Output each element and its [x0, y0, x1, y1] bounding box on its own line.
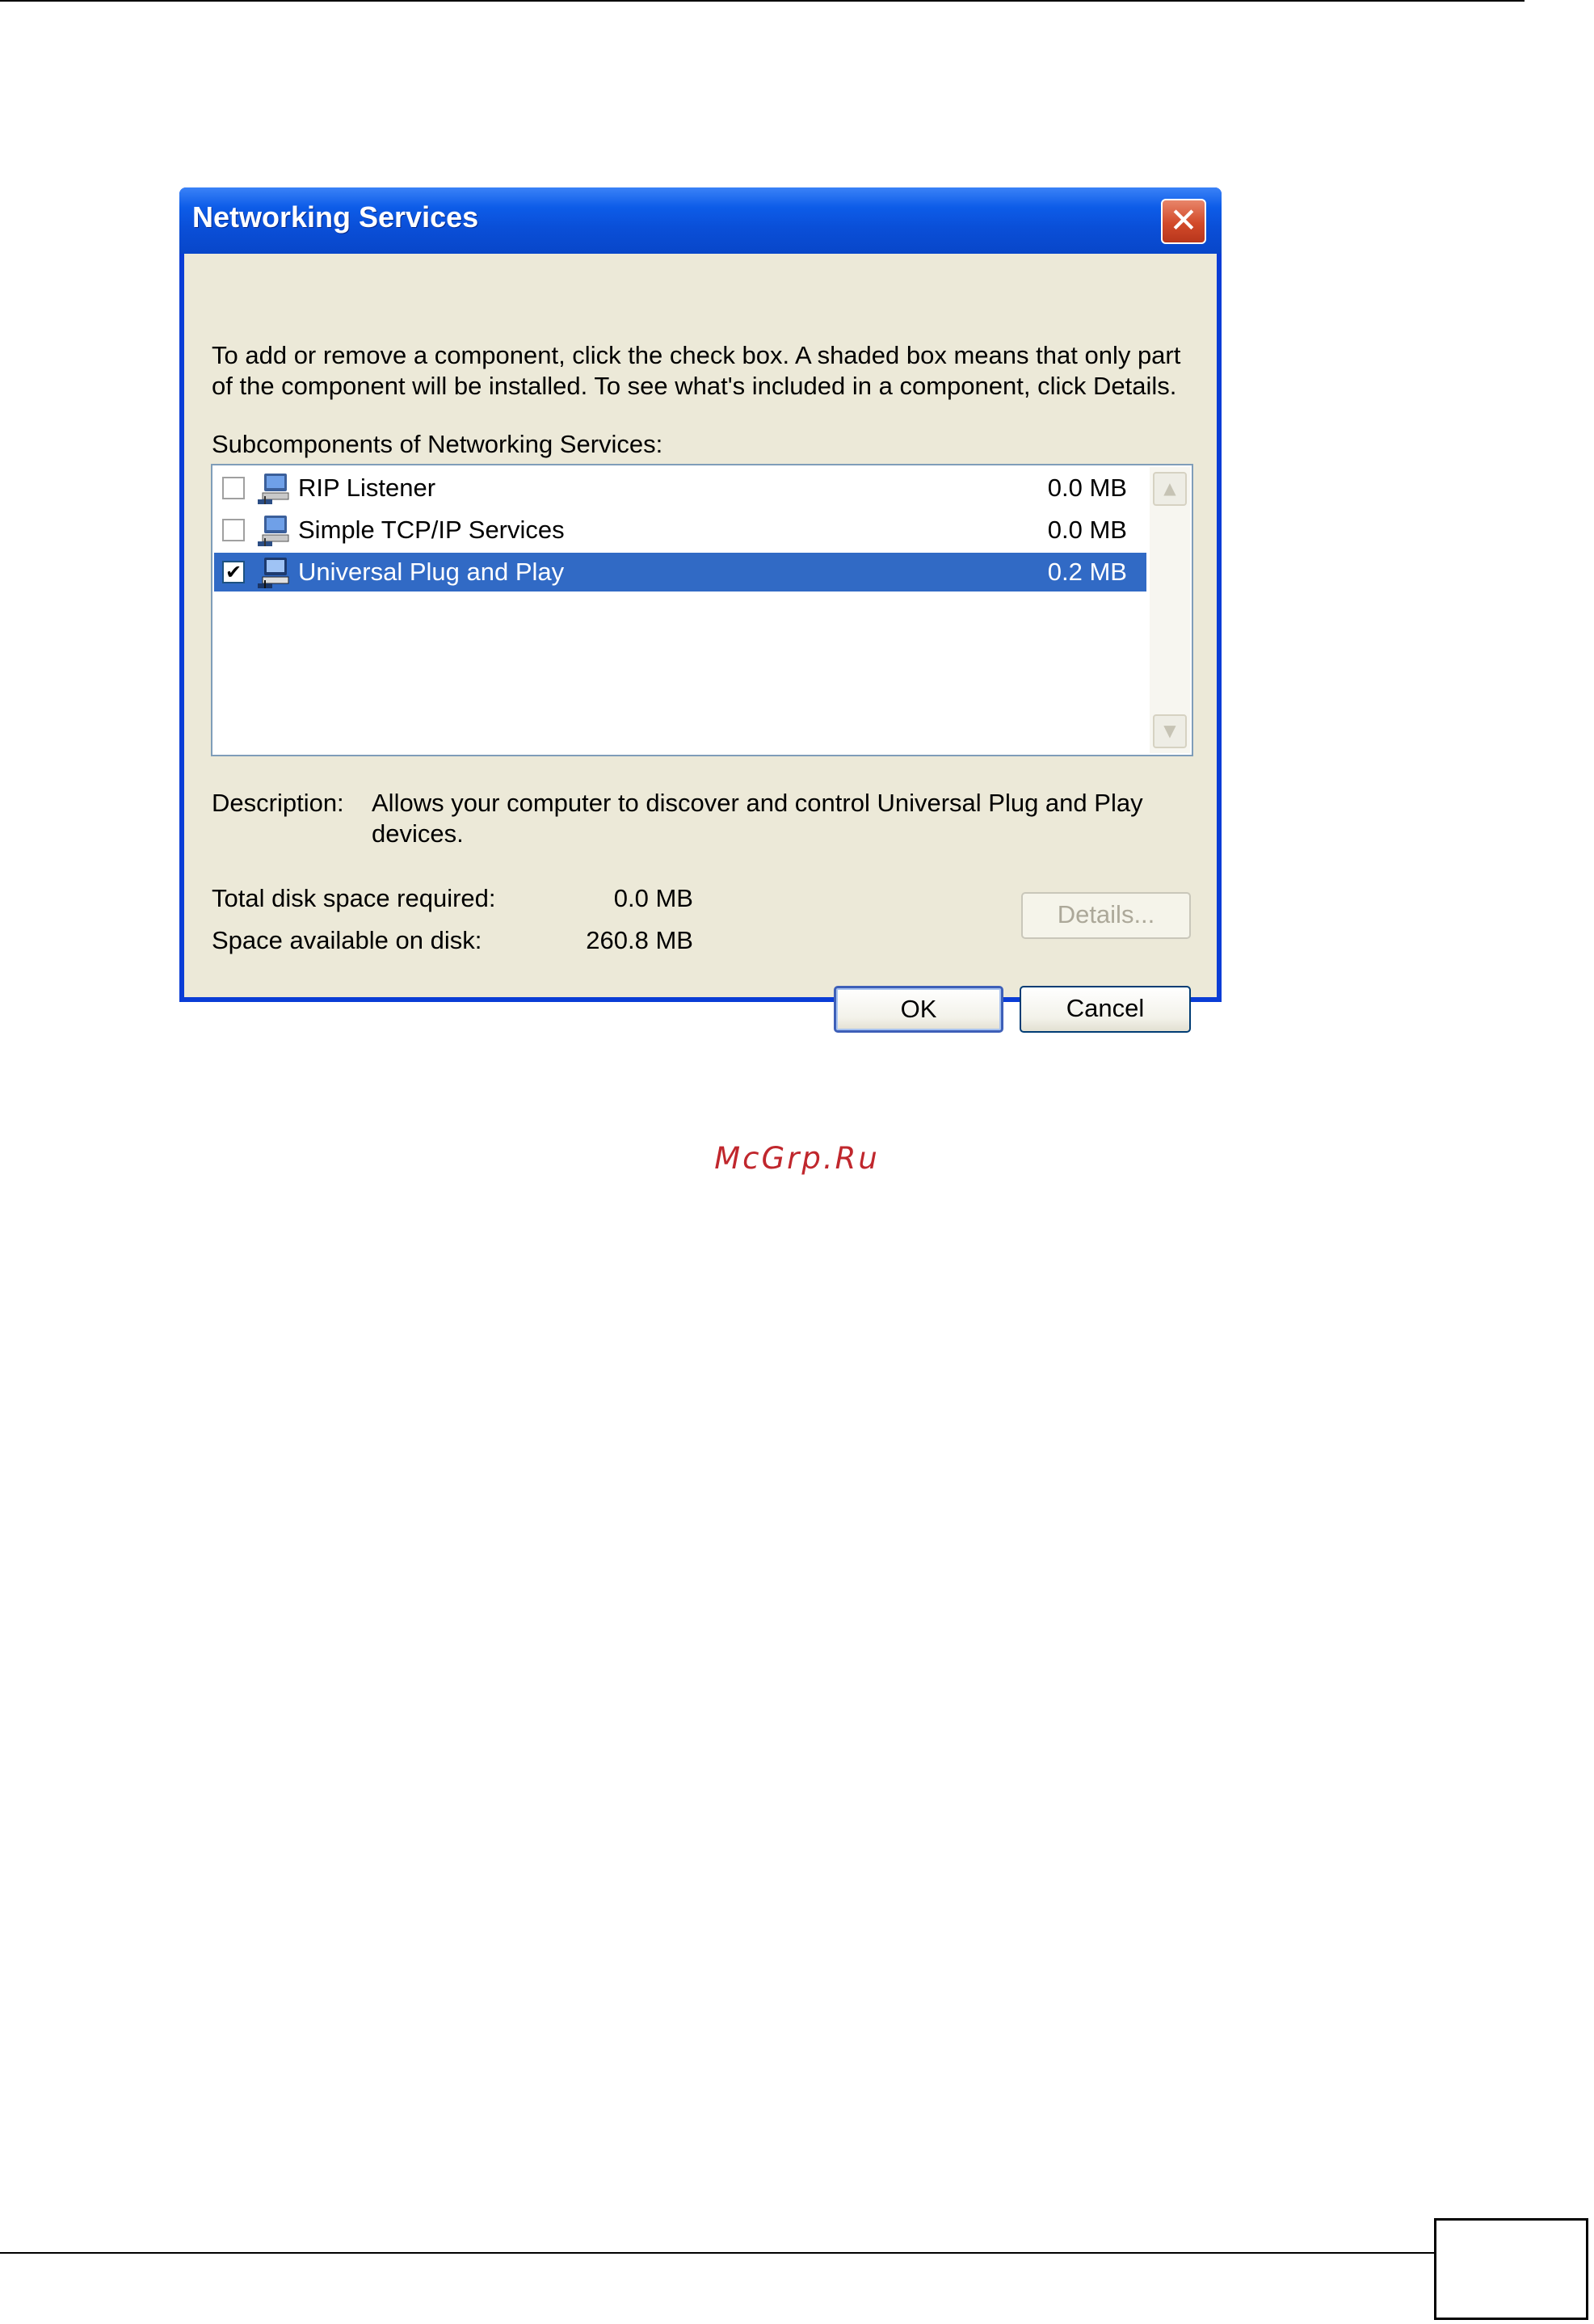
scroll-up-button[interactable]: ▲	[1153, 472, 1187, 506]
chevron-up-icon: ▲	[1163, 478, 1176, 498]
list-scrollbar[interactable]: ▲ ▼	[1150, 467, 1190, 753]
list-item-size: 0.2 MB	[1047, 558, 1127, 586]
list-item-label: Simple TCP/IP Services	[298, 516, 565, 544]
list-item-size: 0.0 MB	[1047, 474, 1127, 502]
total-disk-space-value: 0.0 MB	[613, 884, 693, 912]
checkbox-universal-plug-and-play[interactable]: ✔	[222, 561, 245, 583]
checkbox-rip-listener[interactable]	[222, 477, 245, 499]
list-item-universal-plug-and-play[interactable]: ✔ Universal Plug and Play 0.2 MB	[214, 553, 1146, 592]
list-item-label: RIP Listener	[298, 474, 436, 502]
page-number-box	[1434, 2218, 1588, 2320]
cancel-button[interactable]: Cancel	[1020, 986, 1191, 1033]
title-bar[interactable]: Networking Services ✕	[179, 187, 1222, 254]
description-text-line-2: devices.	[372, 819, 464, 848]
close-icon: ✕	[1169, 200, 1198, 240]
list-item-rip-listener[interactable]: RIP Listener 0.0 MB	[214, 469, 1146, 507]
close-button[interactable]: ✕	[1161, 199, 1206, 244]
bottom-rule	[0, 2252, 1434, 2254]
instructions-line-2: of the component will be installed. To s…	[212, 372, 1177, 400]
available-disk-space-label: Space available on disk:	[212, 926, 482, 954]
list-item-simple-tcpip-services[interactable]: Simple TCP/IP Services 0.0 MB	[214, 511, 1146, 549]
available-disk-space-value: 260.8 MB	[586, 926, 693, 954]
chevron-down-icon: ▼	[1163, 721, 1176, 740]
checkbox-simple-tcpip-services[interactable]	[222, 519, 245, 541]
total-disk-space-label: Total disk space required:	[212, 884, 496, 912]
networking-services-dialog: Networking Services ✕ To add or remove a…	[179, 187, 1222, 1033]
scroll-down-button[interactable]: ▼	[1153, 714, 1187, 748]
dialog-title: Networking Services	[192, 200, 479, 234]
dialog-body: To add or remove a component, click the …	[184, 254, 1217, 1033]
details-button[interactable]: Details...	[1021, 892, 1191, 939]
watermark: McGrp.Ru	[714, 1141, 880, 1176]
top-rule	[0, 0, 1525, 2]
description-text-line-1: Allows your computer to discover and con…	[372, 789, 1143, 817]
list-item-size: 0.0 MB	[1047, 516, 1127, 544]
list-caption: Subcomponents of Networking Services:	[212, 430, 663, 458]
checkmark-icon: ✔	[225, 561, 242, 583]
list-item-label: Universal Plug and Play	[298, 558, 565, 586]
network-computer-icon	[258, 558, 289, 588]
ok-button[interactable]: OK	[834, 986, 1003, 1033]
description-label: Description:	[212, 789, 344, 817]
network-computer-icon	[258, 474, 289, 504]
instructions-line-1: To add or remove a component, click the …	[212, 341, 1181, 369]
components-listbox[interactable]: RIP Listener 0.0 MB Simple TCP/IP Servic…	[211, 464, 1193, 756]
network-computer-icon	[258, 516, 289, 546]
